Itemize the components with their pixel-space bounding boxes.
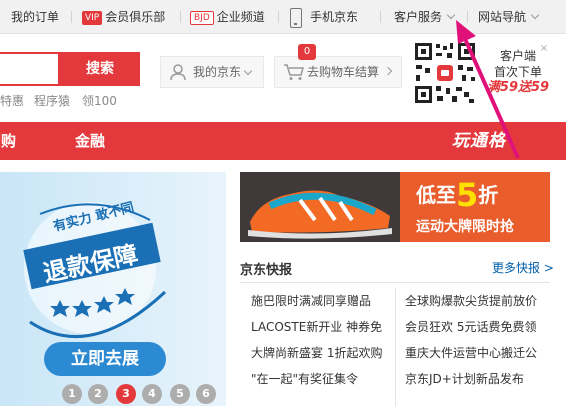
search-button[interactable]: 搜索: [60, 52, 140, 86]
sports-ad-banner[interactable]: 低至5折 运动大牌限时抢: [240, 172, 550, 242]
my-jd-button[interactable]: 我的京东: [160, 56, 264, 88]
customer-service-menu[interactable]: 客户服务: [394, 0, 456, 34]
news-item[interactable]: 重庆大件运营中心搬迁公: [405, 344, 550, 361]
hot-word-link[interactable]: 特惠: [0, 94, 24, 108]
mobile-jd-label: 手机京东: [310, 10, 359, 24]
close-icon[interactable]: ×: [539, 44, 549, 54]
carousel-dot[interactable]: 4: [142, 384, 162, 404]
customer-service-label: 客户服务: [394, 10, 443, 24]
divider: [278, 11, 279, 23]
cart-button[interactable]: 去购物车结算: [274, 56, 402, 88]
ad-title: 低至5折: [416, 176, 498, 214]
enterprise-label: 企业频道: [216, 10, 265, 24]
search-input[interactable]: [0, 52, 60, 86]
carousel-dot[interactable]: 2: [88, 384, 108, 404]
my-orders-link[interactable]: 我的订单: [11, 0, 59, 34]
ad-title-number: 5: [456, 176, 479, 214]
divider: [180, 11, 181, 23]
ad-title-suffix: 折: [478, 183, 499, 207]
app-promo: 客户端 首次下单 满59送59: [486, 48, 550, 96]
divider: [467, 11, 468, 23]
enterprise-link[interactable]: BJD 企业频道: [190, 0, 265, 34]
divider: [240, 282, 550, 283]
hot-word-link[interactable]: 程序猿: [34, 94, 70, 108]
app-promo-line2: 首次下单: [493, 65, 542, 79]
chevron-right-icon: [383, 66, 393, 76]
ad-title-prefix: 低至: [416, 183, 456, 207]
news-item[interactable]: 大牌尚新盛宴 1折起欢购: [251, 344, 401, 361]
more-news-link[interactable]: 更多快报 >: [492, 259, 554, 276]
app-promo-offer: 满59送59: [486, 80, 550, 95]
user-icon: [170, 64, 186, 81]
phone-icon: [290, 7, 302, 28]
cart-icon: [284, 64, 304, 80]
news-item[interactable]: LACOSTE新开业 神券免: [251, 318, 401, 335]
hot-word-link[interactable]: 领100: [82, 94, 117, 108]
divider: [71, 11, 72, 23]
news-section-title: 京东快报: [240, 263, 293, 278]
nav-item-groupbuy[interactable]: 团购: [0, 122, 16, 160]
carousel-dot[interactable]: 5: [170, 384, 190, 404]
go-now-button[interactable]: 立即去展: [44, 342, 166, 376]
carousel-dot[interactable]: 6: [196, 384, 216, 404]
carousel-dot-active[interactable]: 3: [116, 384, 136, 404]
nav-item-finance[interactable]: 金融: [75, 122, 105, 160]
chevron-down-icon: [530, 10, 540, 20]
chevron-down-icon: [446, 10, 456, 20]
vip-club-link[interactable]: VIP 会员俱乐部: [82, 0, 165, 34]
main-nav: 团购 金融 玩通格: [0, 122, 566, 160]
nav-item-fun[interactable]: 玩通格: [452, 122, 506, 160]
divider: [380, 11, 381, 23]
vip-club-label: 会员俱乐部: [105, 10, 166, 24]
chevron-down-icon: [243, 66, 253, 76]
hot-words: 特惠 程序猿 领100: [0, 92, 129, 109]
sneaker-image: [240, 172, 400, 242]
top-bar: 我的订单 VIP 会员俱乐部 BJD 企业频道 手机京东 客户服务 网站导航: [0, 0, 566, 34]
vip-badge: VIP: [82, 11, 103, 25]
ad-subtitle: 运动大牌限时抢: [416, 219, 514, 235]
cart-count-badge: 0: [298, 44, 316, 60]
news-item[interactable]: 京东JD+计划新品发布: [405, 370, 550, 387]
site-nav-menu[interactable]: 网站导航: [478, 0, 540, 34]
mobile-jd-link[interactable]: 手机京东: [290, 0, 358, 34]
news-item[interactable]: 全球购爆款尖货提前放价: [405, 292, 550, 309]
news-item[interactable]: "在一起"有奖征集令: [251, 370, 401, 387]
news-item[interactable]: 施巴限时满减同享赠品: [251, 292, 401, 309]
news-item[interactable]: 会员狂欢 5元话费免费领: [405, 318, 550, 335]
carousel-dot[interactable]: 1: [62, 384, 82, 404]
site-nav-label: 网站导航: [478, 10, 527, 24]
bjd-badge: BJD: [190, 11, 214, 25]
qr-code-image[interactable]: [412, 40, 478, 106]
my-jd-label: 我的京东: [193, 65, 242, 79]
cart-label: 去购物车结算: [307, 65, 380, 79]
